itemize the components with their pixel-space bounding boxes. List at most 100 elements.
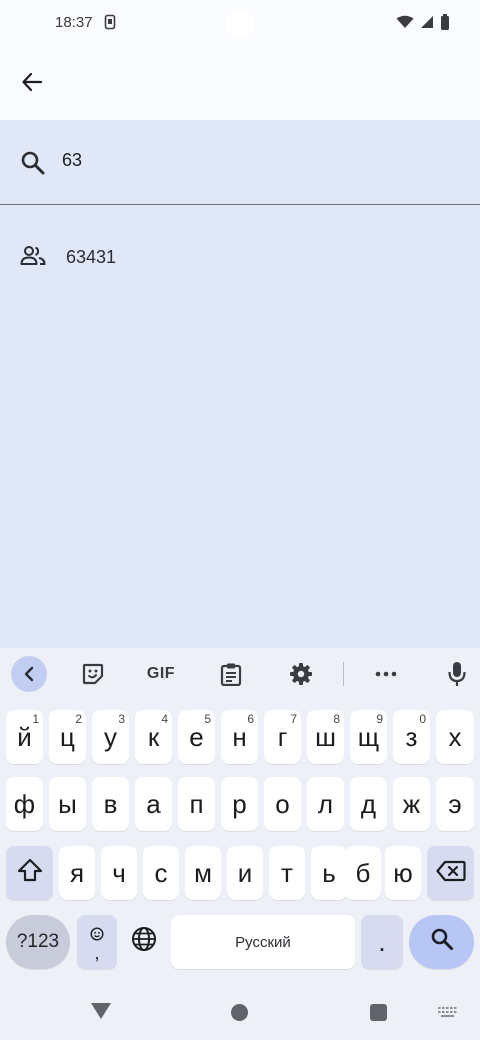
square-recents-icon[interactable] [370,1004,387,1021]
gear-icon[interactable] [283,656,319,692]
key-ш[interactable]: ш8 [307,710,344,764]
key-char: н [232,721,247,752]
key-char: э [448,788,462,819]
key-char: ь [322,857,336,888]
key-char: й [17,721,32,752]
key-р[interactable]: р [221,777,258,831]
key-д[interactable]: д [350,777,387,831]
key-char: и [237,857,253,888]
emoji-comma-key[interactable]: , [77,915,117,969]
signal-icon [420,15,434,34]
key-hint: 5 [204,712,211,726]
search-icon [20,150,46,176]
navigation-bar [0,983,480,1040]
backspace-icon [435,858,466,889]
gif-button[interactable]: GIF [143,656,179,692]
clipboard-icon[interactable] [213,656,249,692]
sticker-icon[interactable] [75,656,111,692]
triangle-back-icon[interactable] [90,1002,112,1025]
key-ы[interactable]: ы [49,777,86,831]
key-char: к [147,721,160,752]
key-ю[interactable]: ю [385,846,421,900]
keyboard-switch-icon[interactable] [438,1006,458,1024]
key-char: б [355,857,371,888]
key-и[interactable]: и [227,846,263,900]
key-с[interactable]: с [143,846,179,900]
key-char: ц [60,721,75,752]
key-о[interactable]: о [264,777,301,831]
key-й[interactable]: й1 [6,710,43,764]
status-bar: 18:37 [0,0,480,44]
key-а[interactable]: а [135,777,172,831]
result-label: 63431 [66,247,117,267]
globe-icon [131,926,157,959]
search-icon [430,927,454,958]
status-time: 18:37 [55,14,93,31]
key-hint: 3 [118,712,125,726]
circle-home-icon[interactable] [231,1004,248,1021]
camera-cutout [226,10,254,38]
key-char: а [146,788,161,819]
key-п[interactable]: п [178,777,215,831]
key-char: д [360,788,377,819]
key-char: р [232,788,247,819]
more-icon[interactable] [368,656,404,692]
key-э[interactable]: э [436,777,474,831]
key-н[interactable]: н6 [221,710,258,764]
key-е[interactable]: е5 [178,710,215,764]
key-hint: 0 [419,712,426,726]
key-hint: 1 [32,712,39,726]
space-key[interactable]: Русский [171,915,355,969]
key-char: ж [402,788,421,819]
app-bar [0,44,480,120]
key-щ[interactable]: щ9 [350,710,387,764]
key-х[interactable]: х [436,710,474,764]
key-hint: 2 [75,712,82,726]
key-к[interactable]: к4 [135,710,172,764]
arrow-back-icon[interactable] [12,62,52,102]
key-char: е [189,721,204,752]
key-ч[interactable]: ч [101,846,137,900]
key-м[interactable]: м [185,846,221,900]
key-char: ф [13,788,36,819]
space-label: Русский [235,933,291,951]
key-ф[interactable]: ф [6,777,43,831]
key-ц[interactable]: ц2 [49,710,86,764]
key-char: п [189,788,204,819]
key-т[interactable]: т [269,846,305,900]
key-ж[interactable]: ж [393,777,430,831]
key-hint: 8 [333,712,340,726]
key-у[interactable]: у3 [92,710,129,764]
backspace-key[interactable] [427,846,474,900]
chevron-left-icon[interactable] [11,656,47,692]
key-char: ы [58,788,77,819]
status-icons [396,14,450,35]
key-char: м [194,857,212,888]
comma-label: , [94,942,100,963]
key-б[interactable]: б [345,846,381,900]
language-key[interactable] [123,915,165,969]
key-char: ч [112,857,126,888]
mic-icon[interactable] [439,656,475,692]
key-в[interactable]: в [92,777,129,831]
period-key[interactable]: . [361,915,403,969]
key-char: ш [315,721,336,752]
toolbar-divider [343,662,344,686]
key-л[interactable]: л [307,777,344,831]
search-action-key[interactable] [409,915,474,969]
keyboard-toolbar: GIF [0,648,480,700]
key-char: г [277,721,288,752]
key-ь[interactable]: ь [311,846,347,900]
key-char: з [405,721,418,752]
list-item[interactable]: 63431 [0,227,480,283]
key-з[interactable]: з0 [393,710,430,764]
numbers-key[interactable]: ?123 [6,915,70,969]
key-hint: 4 [161,712,168,726]
shift-key[interactable] [6,846,53,900]
key-я[interactable]: я [59,846,95,900]
group-icon [20,245,46,267]
search-input[interactable] [62,150,442,171]
key-hint: 6 [247,712,254,726]
key-г[interactable]: г7 [264,710,301,764]
key-char: в [103,788,118,819]
